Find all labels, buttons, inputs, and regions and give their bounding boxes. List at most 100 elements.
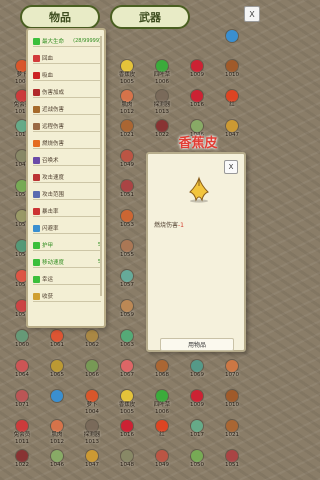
item-icon <box>226 420 238 432</box>
item-icon <box>226 450 238 462</box>
stat-label: 吸血 <box>42 73 54 79</box>
grid-item[interactable]: 1021 <box>215 420 249 448</box>
grid-item[interactable]: 红 <box>145 420 179 448</box>
grid-item[interactable]: 萝卜 1004 <box>75 390 109 418</box>
stat-label: 攻击速度 <box>42 175 65 181</box>
grid-item[interactable] <box>40 390 74 418</box>
grid-item[interactable]: 1066 <box>75 360 109 388</box>
grid-item[interactable]: 1071 <box>5 390 39 418</box>
grid-item[interactable]: 四叶草 1006 <box>145 60 179 88</box>
grid-item[interactable]: 1016 <box>110 420 144 448</box>
grid-item[interactable]: 1062 <box>75 330 109 358</box>
grid-item[interactable]: 1061 <box>40 330 74 358</box>
grid-item-number: 1047 <box>85 462 99 468</box>
grid-item[interactable]: 1055 <box>110 240 144 268</box>
grid-item[interactable]: 1067 <box>110 360 144 388</box>
grid-item[interactable]: 1009 <box>180 60 214 88</box>
grid-item[interactable]: 1048 <box>110 450 144 478</box>
grid-item[interactable]: 1021 <box>110 120 144 148</box>
grid-item-name: 四叶草 <box>153 72 171 78</box>
item-icon <box>121 420 133 432</box>
luck-icon <box>33 275 40 283</box>
grid-item[interactable]: 免会员 1011 <box>5 420 39 448</box>
stat-label: 护甲 <box>42 243 54 249</box>
grid-item[interactable]: 1050 <box>180 450 214 478</box>
close-button[interactable]: X <box>244 6 260 22</box>
grid-item[interactable]: 1017 <box>180 420 214 448</box>
item-icon <box>121 240 133 252</box>
item-icon <box>226 360 238 372</box>
grid-item[interactable]: 1047 <box>75 450 109 478</box>
stat-value: (28/99999) <box>73 38 101 44</box>
item-icon <box>191 60 203 72</box>
grid-item[interactable]: 四叶草 1006 <box>145 390 179 418</box>
grid-item-name: 香蕉皮 <box>118 72 136 78</box>
move-speed-icon <box>33 258 40 266</box>
grid-item[interactable]: 1010 <box>215 390 249 418</box>
popup-description: 燃烧伤害-1 <box>154 220 184 229</box>
grid-item[interactable]: 探测器 1013 <box>75 420 109 448</box>
grid-item-number: 1006 <box>155 79 169 85</box>
scrollbar[interactable] <box>100 36 102 296</box>
tab-items[interactable]: 物品 <box>20 5 100 29</box>
grid-item-number: 1013 <box>155 109 169 115</box>
grid-item[interactable]: 1049 <box>110 150 144 178</box>
grid-item[interactable]: 香蕉皮 1005 <box>110 390 144 418</box>
grid-item[interactable]: 1060 <box>5 330 39 358</box>
item-icon <box>121 330 133 342</box>
grid-item[interactable]: 1063 <box>110 330 144 358</box>
grid-item[interactable]: 1069 <box>180 360 214 388</box>
grid-item[interactable]: 1010 <box>215 60 249 88</box>
grid-item-number: 1051 <box>120 192 134 198</box>
item-icon <box>191 120 203 132</box>
grid-item[interactable]: 1065 <box>40 360 74 388</box>
item-icon <box>226 90 238 102</box>
grid-item[interactable]: 1053 <box>110 210 144 238</box>
item-icon <box>121 150 133 162</box>
grid-item[interactable]: 1022 <box>5 450 39 478</box>
stat-label: 伤害加成 <box>42 90 65 96</box>
item-icon <box>51 330 63 342</box>
grid-item-number: 1069 <box>190 372 204 378</box>
grid-item[interactable]: 肌肉 1012 <box>40 420 74 448</box>
popup-desc-label: 燃烧伤害 <box>154 222 179 229</box>
popup-close-button[interactable]: X <box>224 160 238 174</box>
stat-row: 伤害加成 <box>33 87 101 98</box>
stat-row: 燃烧伤害 <box>33 138 101 149</box>
grid-item-name: 肌肉 <box>51 432 63 438</box>
tab-weapons[interactable]: 武器 <box>110 5 190 29</box>
grid-item[interactable]: 探测器 1013 <box>145 90 179 118</box>
grid-item-number: 1061 <box>50 342 64 348</box>
grid-item[interactable]: 1059 <box>110 300 144 328</box>
grid-item-number: 1048 <box>120 462 134 468</box>
grid-item-name: 肌肉 <box>121 102 133 108</box>
grid-item[interactable]: 肌肉 1012 <box>110 90 144 118</box>
item-icon <box>86 450 98 462</box>
use-item-button[interactable]: 用物品 <box>160 338 234 351</box>
clover-icon <box>156 390 168 402</box>
stat-label: 近战伤害 <box>42 107 65 113</box>
grid-item[interactable]: 1057 <box>110 270 144 298</box>
stat-row: 远程伤害 <box>33 121 101 132</box>
grid-item[interactable]: 1046 <box>40 450 74 478</box>
crit-icon <box>33 207 40 215</box>
grid-item[interactable]: 1049 <box>145 450 179 478</box>
grid-item-number: 1021 <box>225 432 239 438</box>
grid-item-number: 1055 <box>120 252 134 258</box>
stats-panel[interactable]: 最大生命 (28/99999) 回血 吸血 伤害加成 近战伤害 远程伤害 燃烧伤害 召唤术 攻击速… <box>26 28 106 328</box>
grid-item[interactable]: 红 <box>215 90 249 118</box>
item-icon <box>16 360 28 372</box>
grid-item[interactable]: 香蕉皮 1005 <box>110 60 144 88</box>
grid-item[interactable]: 1064 <box>5 360 39 388</box>
item-icon <box>191 390 203 402</box>
grid-item[interactable]: 1068 <box>145 360 179 388</box>
grid-item[interactable]: 1016 <box>180 90 214 118</box>
grid-item[interactable]: 1009 <box>180 390 214 418</box>
grid-item[interactable]: 1051 <box>110 180 144 208</box>
grid-item[interactable] <box>215 30 249 58</box>
item-icon <box>121 270 133 282</box>
harvest-icon <box>33 292 40 300</box>
grid-item[interactable]: 1051 <box>215 450 249 478</box>
grid-item-number: 1067 <box>120 372 134 378</box>
grid-item[interactable]: 1070 <box>215 360 249 388</box>
